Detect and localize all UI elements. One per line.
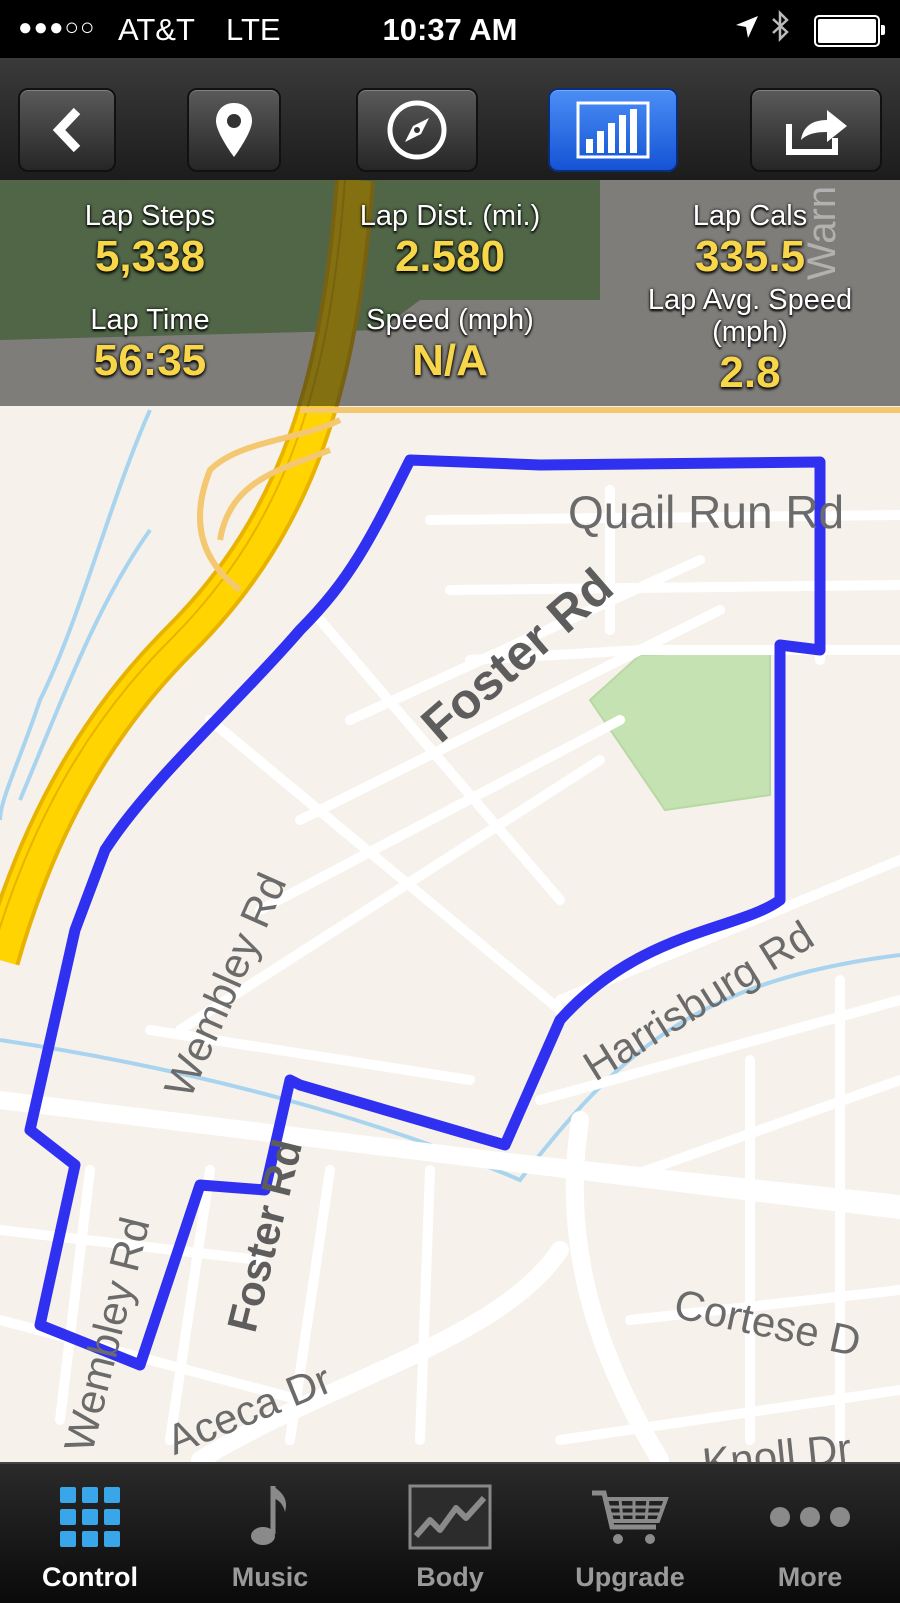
tab-body[interactable]: Body <box>360 1464 540 1603</box>
stat-label: Speed (mph) <box>366 304 534 336</box>
stat-lap-time: Lap Time 56:35 <box>0 304 300 386</box>
stat-label: Lap Cals <box>692 200 808 232</box>
bluetooth-icon <box>770 9 792 50</box>
tab-label: More <box>777 1562 843 1592</box>
grid-icon <box>60 1487 120 1547</box>
compass-icon <box>387 100 447 160</box>
stat-value: N/A <box>412 336 488 385</box>
stats-button[interactable] <box>548 88 678 172</box>
location-arrow-icon <box>734 14 760 47</box>
tab-bar: Control Music Body Upgrade More <box>0 1462 900 1603</box>
stat-speed: Speed (mph) N/A <box>300 304 600 386</box>
compass-button[interactable] <box>356 88 478 172</box>
status-bar: ●●●○○ AT&T LTE 10:37 AM <box>0 0 900 58</box>
tab-label: Control <box>42 1562 138 1592</box>
tab-music[interactable]: Music <box>180 1464 360 1603</box>
tab-label: Body <box>416 1562 484 1592</box>
stat-value: 335.5 <box>694 232 806 281</box>
share-button[interactable] <box>750 88 882 172</box>
chevron-left-icon <box>52 107 81 153</box>
music-note-icon <box>251 1486 287 1545</box>
stat-label: Lap Steps <box>84 200 216 232</box>
stat-label: Lap Avg. Speed (mph) <box>647 284 853 348</box>
share-icon <box>786 110 847 155</box>
tab-label: Upgrade <box>575 1562 685 1592</box>
stat-lap-avg-speed: Lap Avg. Speed (mph) 2.8 <box>600 284 900 398</box>
street-label-quail-run: Quail Run Rd <box>568 486 845 538</box>
tab-upgrade[interactable]: Upgrade <box>540 1464 720 1603</box>
street-label-warn: Warn <box>800 185 844 280</box>
more-dots-icon <box>770 1507 850 1527</box>
tab-more[interactable]: More <box>720 1464 900 1603</box>
tab-label: Music <box>231 1562 309 1592</box>
stat-lap-calories: Lap Cals 335.5 <box>600 200 900 282</box>
battery-icon <box>814 15 885 47</box>
lap-stats-panel: Lap Steps 5,338 Lap Dist. (mi.) 2.580 La… <box>0 180 900 406</box>
back-button[interactable] <box>18 88 116 172</box>
body-graph-icon <box>408 1484 492 1550</box>
location-button[interactable] <box>187 88 281 172</box>
stat-label: Lap Dist. (mi.) <box>359 200 541 232</box>
bar-chart-icon <box>576 101 650 159</box>
cart-icon <box>592 1490 669 1544</box>
stat-lap-distance: Lap Dist. (mi.) 2.580 <box>300 200 600 282</box>
stat-value: 5,338 <box>94 232 206 281</box>
map-pin-icon <box>216 103 252 157</box>
toolbar <box>0 58 900 181</box>
stat-value: 2.8 <box>719 348 781 397</box>
stat-label: Lap Time <box>90 304 210 336</box>
tab-control[interactable]: Control <box>0 1464 180 1603</box>
stat-value: 2.580 <box>394 232 506 281</box>
stat-lap-steps: Lap Steps 5,338 <box>0 200 300 282</box>
clock: 10:37 AM <box>382 12 518 47</box>
stat-value: 56:35 <box>93 336 207 385</box>
